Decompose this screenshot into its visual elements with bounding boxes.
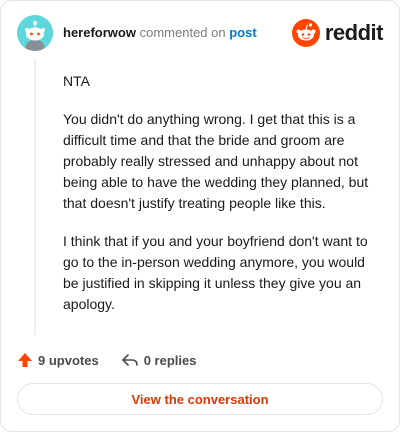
view-conversation-button[interactable]: View the conversation: [17, 383, 383, 415]
upvotes-count: 9 upvotes: [38, 352, 99, 368]
username[interactable]: hereforwow: [63, 25, 136, 40]
comment-header: hereforwow commented on post reddit: [17, 15, 384, 51]
thread-line[interactable]: [34, 59, 36, 335]
reddit-logo[interactable]: reddit: [291, 17, 384, 49]
snoo-avatar-icon: [17, 15, 53, 51]
comment-body: NTA You didn't do anything wrong. I get …: [63, 71, 381, 332]
reddit-snoo-icon: [291, 19, 320, 47]
avatar[interactable]: [17, 15, 53, 51]
replies-count: 0 replies: [143, 352, 197, 368]
upvote-arrow-icon: [18, 353, 32, 367]
action-text: commented on: [139, 25, 226, 40]
post-link[interactable]: post: [229, 25, 256, 40]
comment-meta: hereforwow commented on post: [63, 25, 257, 40]
comment-actions: 9 upvotes 0 replies: [17, 349, 218, 371]
comment-paragraph: I think that if you and your boyfriend d…: [63, 233, 368, 312]
comment-paragraph: NTA: [63, 73, 90, 89]
reply-button[interactable]: 0 replies: [121, 352, 197, 368]
comment-card: hereforwow commented on post reddit NTA …: [0, 0, 400, 432]
reply-arrow-icon: [121, 354, 138, 366]
reddit-wordmark: reddit: [324, 20, 384, 45]
upvote-button[interactable]: 9 upvotes: [17, 352, 99, 368]
comment-paragraph: You didn't do anything wrong. I get that…: [63, 111, 369, 211]
